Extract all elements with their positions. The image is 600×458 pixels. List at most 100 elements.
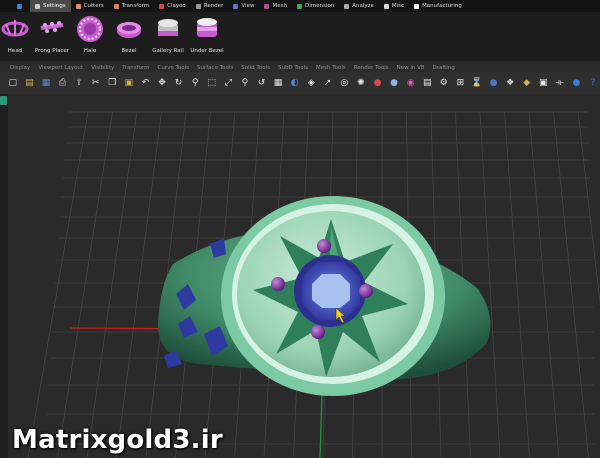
undo-view-icon[interactable]: ↺ xyxy=(255,76,269,90)
plugin-tab-strip: Settings Cutters Transform Clayoo Render View… xyxy=(0,0,600,12)
perspective-viewport[interactable] xyxy=(8,94,600,458)
lights-icon[interactable]: ✺ xyxy=(354,76,368,90)
plugin-tab-view[interactable]: View xyxy=(228,0,259,12)
plugin-tab-cutters[interactable]: Cutters xyxy=(71,0,109,12)
prong xyxy=(359,284,373,298)
cut-icon[interactable]: ✂ xyxy=(89,76,103,90)
ring-model[interactable] xyxy=(158,196,491,396)
zoom-extents-icon[interactable]: ⤢ xyxy=(222,76,236,90)
plugin-tab-analyze[interactable]: Analyze xyxy=(339,0,379,12)
select-icon[interactable]: ➚ xyxy=(321,76,335,90)
zoom-window-icon[interactable]: ⬚ xyxy=(205,76,219,90)
tab-color-icon xyxy=(35,3,40,9)
standard-toolbar: ▢ ▤ ▦ ⎙ ⇪ ✂ ❐ ▣ ↶ ✥ ↻ ⚲ ⬚ ⤢ ⚲ ↺ ▦ ◐ ◈ ➚ ◎ ✺ ● ● ◉ ▤ ⚙ ⊞ ⌛ ● ❖ ◆ ▣ ⟛ ●? xyxy=(0,72,600,94)
grid-line xyxy=(27,111,89,458)
new-icon[interactable]: ▢ xyxy=(6,76,20,90)
plugin-tab-label: Manufacturing xyxy=(422,3,462,9)
rotate-view-icon[interactable]: ↻ xyxy=(172,76,186,90)
rhino-tab-subd-tools[interactable]: SubD Tools xyxy=(274,65,312,71)
prong-placer-label: Prong Placer xyxy=(34,48,70,54)
plugin-tab-dimension[interactable]: Dimension xyxy=(292,0,339,12)
undo-icon[interactable]: ↶ xyxy=(139,76,153,90)
plugin-tab-render[interactable]: Render xyxy=(191,0,229,12)
rhino-tab-surface-tools[interactable]: Surface Tools xyxy=(193,65,237,71)
grid-line xyxy=(86,111,138,458)
prong xyxy=(311,325,325,339)
rhino-tab-new-in-v8[interactable]: New in V8 xyxy=(393,65,429,71)
tab-color-icon xyxy=(17,3,22,9)
tab-color-icon xyxy=(296,3,302,9)
texture-icon[interactable]: ❖ xyxy=(503,76,517,90)
plugin-tab-label: Mesh xyxy=(272,3,287,9)
environment-icon[interactable]: ● xyxy=(487,76,501,90)
properties-icon[interactable]: ▤ xyxy=(420,76,434,90)
globe-icon[interactable]: ● xyxy=(570,76,584,90)
plugin-tab-clayoo[interactable]: Clayoo xyxy=(154,0,191,12)
grid-line xyxy=(553,111,589,458)
grid-line xyxy=(479,111,501,458)
plugin-tab-label: View xyxy=(241,3,255,9)
head-icon xyxy=(1,20,29,37)
plugin-tab-label: Render xyxy=(203,3,224,9)
tab-color-icon xyxy=(75,3,81,9)
panel-toggle-icon[interactable] xyxy=(0,96,7,105)
plugin-tab-misc[interactable]: Misc xyxy=(379,0,409,12)
rhino-tab-mesh-tools[interactable]: Mesh Tools xyxy=(312,65,350,71)
plugin-manager-icon[interactable]: ⟛ xyxy=(553,76,567,90)
gallery-rail-label: Gallery Rail xyxy=(152,48,184,54)
paste-icon[interactable]: ▣ xyxy=(122,76,136,90)
viewport-layout-icon[interactable]: ▦ xyxy=(271,76,285,90)
plugin-tab-label: Misc xyxy=(391,3,405,9)
rhino-tab-viewport-layout[interactable]: Viewport Layout xyxy=(34,65,87,71)
tab-color-icon xyxy=(195,3,201,9)
options-icon[interactable]: ⚙ xyxy=(437,76,451,90)
copy-icon[interactable]: ❐ xyxy=(105,76,119,90)
grid-line xyxy=(577,111,600,306)
plugin-tab-home[interactable] xyxy=(12,0,30,12)
viewport-canvas xyxy=(27,111,600,458)
import-icon[interactable]: ⇪ xyxy=(72,76,86,90)
rhino-toolbar-tabs: Display Viewport Layout Visibility Transfor… xyxy=(0,63,600,72)
print-icon[interactable]: ⎙ xyxy=(56,76,70,90)
save-icon[interactable]: ▦ xyxy=(39,76,53,90)
rhino-tab-display[interactable]: Display xyxy=(6,65,34,71)
display-mode-icon[interactable]: ◐ xyxy=(288,76,302,90)
plugin-tab-label: Clayoo xyxy=(167,3,186,9)
rhino-window: Settings Cutters Transform Clayoo Render View… xyxy=(0,0,600,458)
under-bezel-button[interactable]: Under Bezel xyxy=(184,14,230,59)
plugin-tab-label: Dimension xyxy=(304,3,335,9)
under-bezel-icon xyxy=(197,18,217,37)
color-wheel-icon[interactable]: ◉ xyxy=(404,76,418,90)
plugin-tab-settings[interactable]: Settings xyxy=(30,0,71,12)
plugin-tab-mesh[interactable]: Mesh xyxy=(259,0,291,12)
render-icon[interactable]: ● xyxy=(371,76,385,90)
plugin-tab-manufacturing[interactable]: Manufacturing xyxy=(409,0,467,12)
tab-color-icon xyxy=(344,3,350,9)
materials-icon[interactable]: ● xyxy=(387,76,401,90)
rhino-tab-solid-tools[interactable]: Solid Tools xyxy=(237,65,274,71)
zoom-selected-icon[interactable]: ⚲ xyxy=(238,76,252,90)
help-icon[interactable]: ? xyxy=(586,76,600,90)
osnap-icon[interactable]: ◎ xyxy=(338,76,352,90)
rendered-view-icon[interactable]: ◆ xyxy=(520,76,534,90)
plugin-tab-label: Settings xyxy=(43,3,66,9)
grid-line xyxy=(528,111,560,458)
layers-icon[interactable]: ◈ xyxy=(304,76,318,90)
tab-color-icon xyxy=(113,3,119,9)
plugin-toolbar: Head Prong Placer Halo Bezel Gallery Rai… xyxy=(0,12,600,61)
grid-icon[interactable]: ⊞ xyxy=(454,76,468,90)
open-icon[interactable]: ▤ xyxy=(23,76,37,90)
rhino-tab-render-tools[interactable]: Render Tools xyxy=(350,65,393,71)
rhino-tab-curve-tools[interactable]: Curve Tools xyxy=(153,65,193,71)
rhino-tab-transform[interactable]: Transform xyxy=(118,65,153,71)
tab-color-icon xyxy=(264,3,270,9)
grid-line xyxy=(57,111,113,458)
history-icon[interactable]: ⌛ xyxy=(470,76,484,90)
zoom-icon[interactable]: ⚲ xyxy=(188,76,202,90)
bezel-icon xyxy=(117,22,141,38)
rhino-tab-visibility[interactable]: Visibility xyxy=(87,65,118,71)
rhino-tab-drafting[interactable]: Drafting xyxy=(428,65,458,71)
plugin-tab-transform[interactable]: Transform xyxy=(109,0,154,12)
snapshot-icon[interactable]: ▣ xyxy=(537,76,551,90)
pan-icon[interactable]: ✥ xyxy=(155,76,169,90)
